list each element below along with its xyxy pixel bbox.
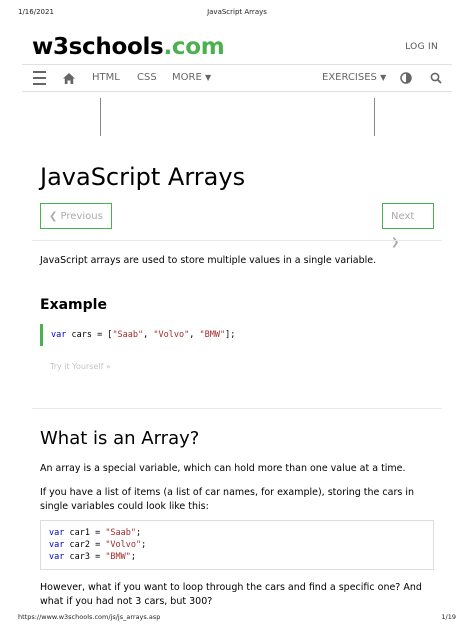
example-code-block: var cars = ["Saab", "Volvo", "BMW"]; [40,324,235,346]
caret-down-icon: ▼ [204,73,212,82]
example-heading: Example [40,297,107,313]
code-string: "Saab" [112,330,144,340]
code-text: cars = [ [71,330,113,340]
logo-main: w3schools [32,34,164,60]
search-icon[interactable] [428,65,444,91]
code-text: ]; [225,330,236,340]
divider [32,240,442,241]
site-header: w3schools.com LOG IN [32,28,442,64]
code-string: "Volvo" [153,330,190,340]
loop-paragraph: However, what if you want to loop throug… [40,582,422,607]
login-link[interactable]: LOG IN [405,42,438,52]
top-navigation: HTML CSS MORE ▼ EXERCISES ▼ [22,64,452,92]
print-url: https://www.w3schools.com/js/js_arrays.a… [18,613,161,621]
menu-icon[interactable] [30,65,48,91]
logo-ext: com [171,34,225,60]
home-icon[interactable] [60,65,78,91]
nav-exercises-label: EXERCISES [322,72,377,83]
code-separator: , [189,330,200,340]
code-string: "Volvo" [105,540,142,550]
code-line: var car1 = "Saab"; [49,527,425,539]
page-title: JavaScript Arrays [40,163,246,191]
array-definition-paragraph: An array is a special variable, which ca… [40,463,406,474]
code-string: "BMW" [105,552,131,562]
ad-divider-right [374,98,375,136]
ad-placeholder [100,98,375,136]
ad-divider-left [100,98,101,136]
code-text: ; [130,552,137,562]
nav-html[interactable]: HTML [92,65,120,91]
list-items-paragraph: If you have a list of items (a list of c… [40,487,415,512]
w3schools-logo[interactable]: w3schools.com [32,34,225,60]
try-it-yourself-button[interactable]: Try it Yourself » [50,362,111,371]
code-text: car2 = [69,540,106,550]
code-text: car1 = [69,528,106,538]
next-button[interactable]: Next ❯ [382,203,434,248]
code-text: car3 = [69,552,106,562]
nav-css[interactable]: CSS [137,65,157,91]
nav-more[interactable]: MORE ▼ [172,65,211,91]
code-keyword: var [51,330,67,340]
divider [32,408,442,409]
print-doc-title: JavaScript Arrays [207,8,267,16]
nav-more-label: MORE [172,72,202,83]
logo-dot: . [163,34,172,60]
code-line: var car2 = "Volvo"; [49,539,425,551]
code-string: "Saab" [105,528,137,538]
code-keyword: var [49,552,65,562]
code-string: "BMW" [199,330,226,340]
section-heading: What is an Array? [40,428,200,449]
intro-paragraph: JavaScript arrays are used to store mult… [40,255,377,266]
code-text: ; [141,540,147,550]
code-line: var car3 = "BMW"; [49,551,425,563]
code-keyword: var [49,528,65,538]
print-page-number: 1/19 [441,613,456,621]
code-keyword: var [49,540,65,550]
caret-down-icon: ▼ [380,73,387,82]
code-separator: , [143,330,154,340]
contrast-icon[interactable] [398,65,414,91]
variables-code-block: var car1 = "Saab"; var car2 = "Volvo"; v… [40,520,434,570]
print-header: 1/16/2021 JavaScript Arrays [18,8,456,20]
nav-exercises[interactable]: EXERCISES ▼ [322,65,386,91]
previous-button[interactable]: ❮ Previous [40,203,112,229]
code-text: ; [136,528,142,538]
